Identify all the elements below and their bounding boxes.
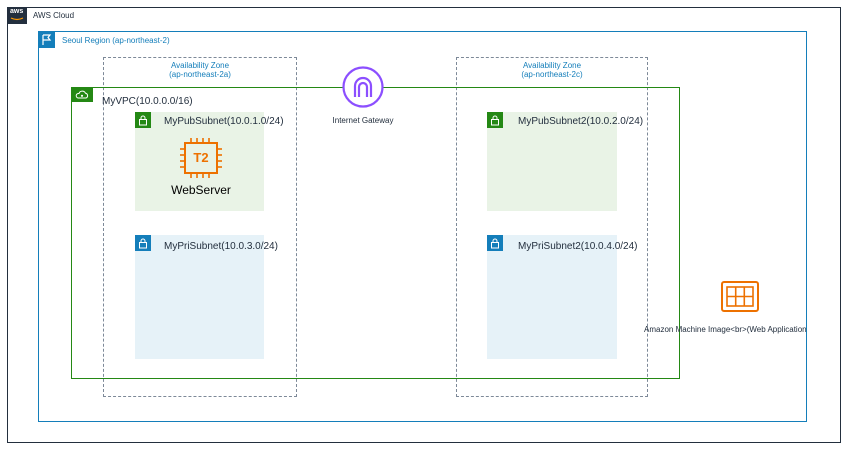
az-a-code: (ap-northeast-2a) xyxy=(169,70,231,79)
aws-logo-text: aws xyxy=(10,8,24,15)
lock-icon xyxy=(487,235,503,251)
cloud-label: AWS Cloud xyxy=(33,11,75,20)
vpc-label: MyVPC(10.0.0.0/16) xyxy=(102,96,193,107)
az-c-label: Availability Zone (ap-northeast-2c) xyxy=(456,61,648,79)
ec2-instance-icon: T2 xyxy=(178,138,224,178)
region-label: Seoul Region (ap-northeast-2) xyxy=(62,36,170,45)
az-c-code: (ap-northeast-2c) xyxy=(521,70,583,79)
aws-logo-icon: aws xyxy=(7,7,27,24)
lock-icon xyxy=(135,112,151,128)
instance-type-text: T2 xyxy=(193,150,209,165)
private-subnet-2 xyxy=(487,235,617,359)
az-c-title: Availability Zone xyxy=(522,61,582,70)
ami-label: Amazon Machine Image<br>(Web Application xyxy=(644,325,807,334)
lock-icon xyxy=(487,112,503,128)
ami-icon xyxy=(720,280,760,313)
private-subnet-2-label: MyPriSubnet2(10.0.4.0/24) xyxy=(518,241,638,252)
instance-label: WebServer xyxy=(171,183,231,197)
az-a-title: Availability Zone xyxy=(170,61,230,70)
flag-icon xyxy=(38,31,55,48)
private-subnet-1 xyxy=(135,235,264,359)
vpc-cloud-icon xyxy=(71,87,93,102)
public-subnet-2-label: MyPubSubnet2(10.0.2.0/24) xyxy=(518,116,644,127)
igw-label: Internet Gateway xyxy=(332,116,394,125)
lock-icon xyxy=(135,235,151,251)
internet-gateway-icon xyxy=(342,66,384,108)
public-subnet-1-label: MyPubSubnet(10.0.1.0/24) xyxy=(164,116,284,127)
private-subnet-1-label: MyPriSubnet(10.0.3.0/24) xyxy=(164,241,278,252)
az-a-label: Availability Zone (ap-northeast-2a) xyxy=(103,61,297,79)
